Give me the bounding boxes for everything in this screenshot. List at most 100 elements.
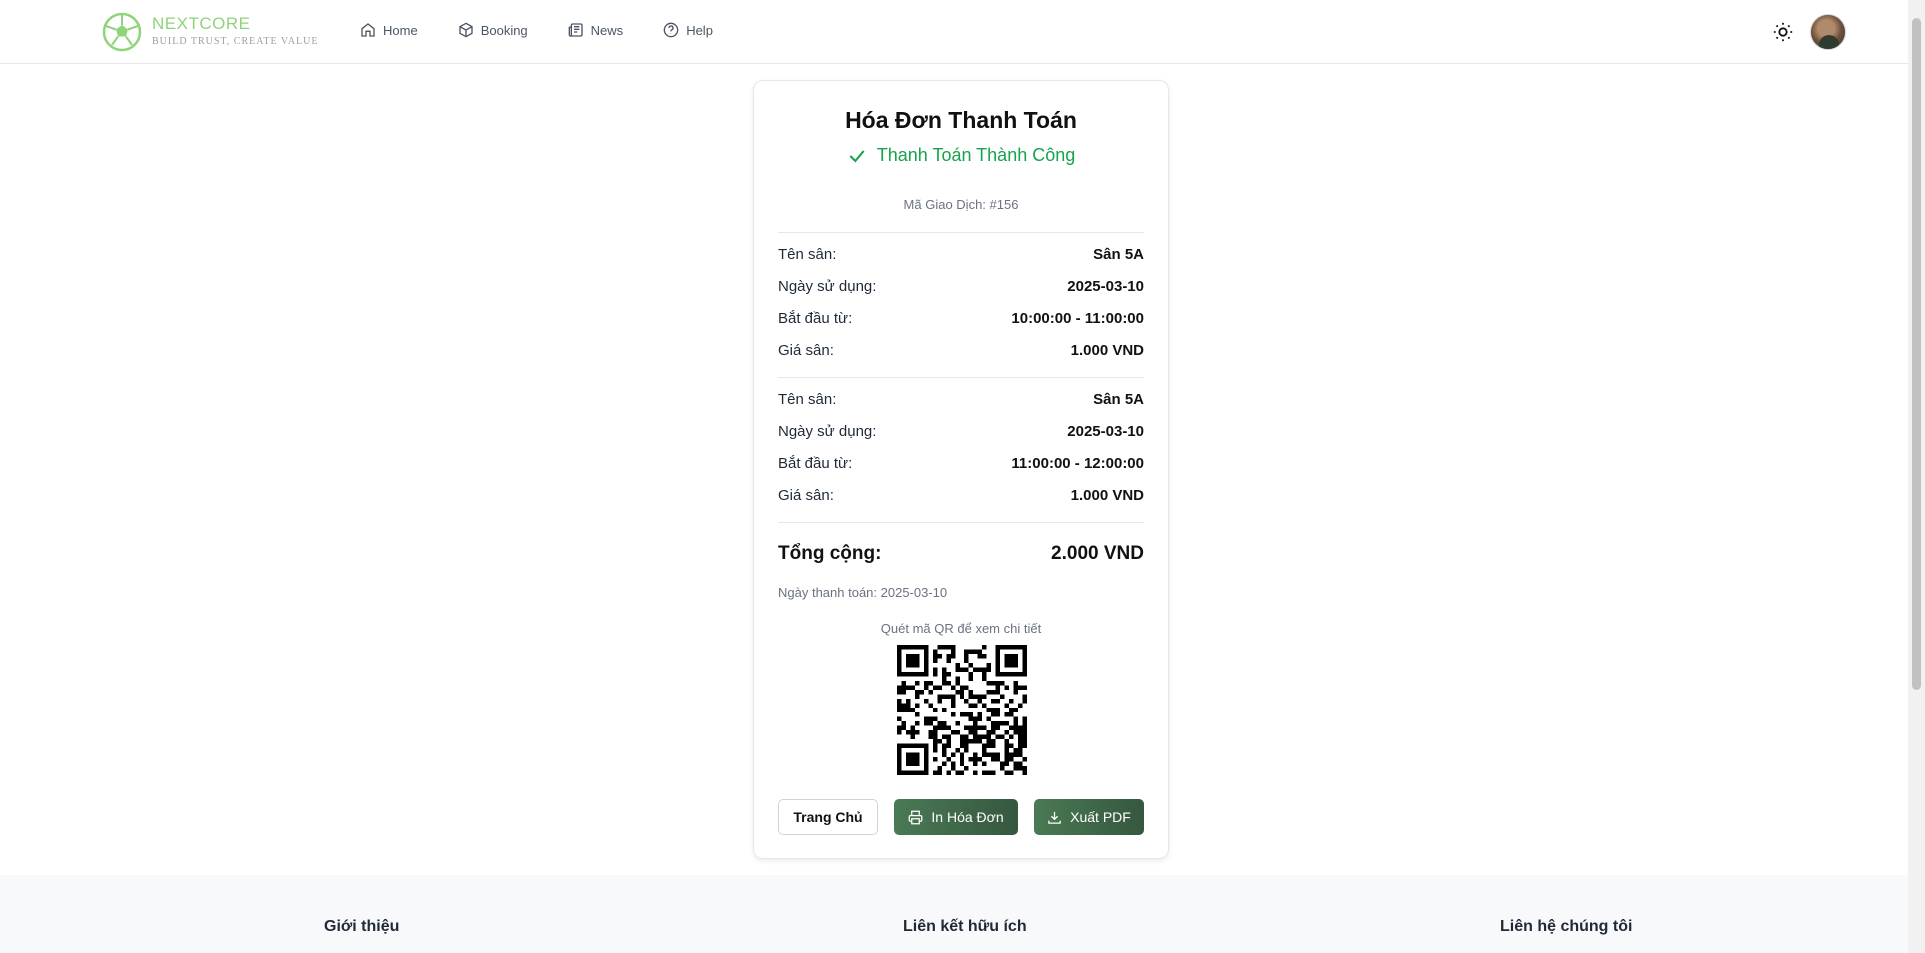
qr-module [932, 658, 938, 663]
qr-module [923, 698, 929, 704]
total-row: Tổng cộng: 2.000 VND [778, 543, 1144, 565]
export-pdf-button[interactable]: Xuất PDF [1034, 799, 1144, 835]
qr-module [1004, 685, 1010, 690]
newspaper-icon [568, 23, 583, 37]
qr-module [1022, 730, 1027, 735]
qr-module [941, 748, 947, 753]
qr-module [941, 761, 947, 767]
qr-module [955, 770, 960, 775]
qr-module [973, 649, 978, 654]
qr-module [968, 757, 974, 762]
qr-module [991, 770, 996, 775]
qr-module [1013, 653, 1019, 659]
qr-module [1018, 761, 1023, 767]
qr-module [1009, 770, 1014, 775]
scrollbar-thumb[interactable] [1912, 18, 1921, 690]
qr-module [923, 671, 929, 677]
qr-module [950, 712, 956, 717]
qr-module [923, 752, 929, 758]
qr-module [905, 757, 911, 762]
qr-module [905, 703, 911, 708]
qr-module [946, 770, 951, 775]
qr-module [964, 685, 969, 690]
top-navbar: NEXTCORE BUILD TRUST, CREATE VALUE Home … [0, 0, 1908, 64]
qr-module [910, 730, 915, 735]
qr-module [968, 703, 974, 708]
qr-module [991, 725, 996, 731]
qr-module [995, 653, 1001, 659]
qr-module [991, 730, 996, 735]
qr-module [897, 725, 902, 731]
nav-booking[interactable]: Booking [458, 22, 528, 38]
qr-code [897, 645, 1027, 775]
qr-module [928, 730, 933, 735]
qr-module [910, 707, 915, 713]
qr-module [973, 734, 978, 740]
qr-module [977, 712, 983, 717]
qr-module [1013, 766, 1019, 771]
qr-module [1009, 658, 1014, 663]
divider [778, 377, 1144, 378]
qr-module [923, 649, 929, 654]
qr-module [959, 739, 965, 744]
qr-module [1013, 752, 1019, 758]
qr-module [1009, 712, 1014, 717]
qr-module [1004, 770, 1010, 775]
court-label: Tên sân: [778, 390, 837, 408]
qr-module [959, 712, 965, 717]
qr-module [1000, 645, 1005, 650]
qr-module [1009, 734, 1014, 740]
qr-module [991, 689, 996, 695]
nav-news[interactable]: News [568, 22, 623, 38]
booking-2-date-row: Ngày sử dụng: 2025-03-10 [778, 421, 1144, 441]
qr-module [905, 730, 911, 735]
qr-module [964, 743, 969, 749]
qr-module [977, 716, 983, 722]
qr-module [897, 766, 902, 771]
divider [778, 522, 1144, 523]
qr-module [1000, 694, 1005, 699]
qr-module [946, 671, 951, 677]
date-label: Ngày sử dụng: [778, 277, 877, 295]
date-label: Ngày sử dụng: [778, 422, 877, 440]
qr-module [1018, 671, 1023, 677]
qr-module [932, 757, 938, 762]
qr-module [897, 662, 902, 668]
divider [778, 232, 1144, 233]
print-invoice-button[interactable]: In Hóa Đơn [894, 799, 1018, 835]
home-button[interactable]: Trang Chủ [778, 799, 878, 835]
date-value: 2025-03-10 [1067, 422, 1144, 440]
qr-module [995, 757, 1001, 762]
qr-module [910, 743, 915, 749]
time-label: Bắt đầu từ: [778, 309, 853, 327]
qr-module [986, 667, 992, 672]
qr-module [1018, 739, 1023, 744]
qr-module [923, 743, 929, 749]
price-label: Giá sân: [778, 486, 834, 504]
qr-module [946, 658, 951, 663]
total-value: 2.000 VND [1051, 543, 1144, 564]
footer-contact-heading: Liên hệ chúng tôi [1500, 918, 1633, 935]
nav-home[interactable]: Home [360, 22, 418, 38]
qr-module [1004, 658, 1010, 663]
qr-module [923, 761, 929, 767]
user-avatar[interactable] [1810, 14, 1846, 50]
qr-module [923, 685, 929, 690]
sun-icon[interactable] [1772, 21, 1794, 43]
qr-module [959, 734, 965, 740]
qr-module [950, 649, 956, 654]
brand-logo[interactable]: NEXTCORE BUILD TRUST, CREATE VALUE [102, 12, 319, 52]
qr-module [964, 649, 969, 654]
nav-help[interactable]: Help [663, 22, 713, 38]
qr-module [1013, 725, 1019, 731]
qr-module [946, 743, 951, 749]
qr-module [941, 671, 947, 677]
qr-module [897, 667, 902, 672]
qr-module [914, 721, 920, 726]
page-scrollbar[interactable] [1908, 0, 1925, 953]
qr-module [910, 725, 915, 731]
qr-module [941, 694, 947, 699]
qr-module [1022, 662, 1027, 668]
qr-module [937, 694, 942, 699]
qr-module [914, 730, 920, 735]
